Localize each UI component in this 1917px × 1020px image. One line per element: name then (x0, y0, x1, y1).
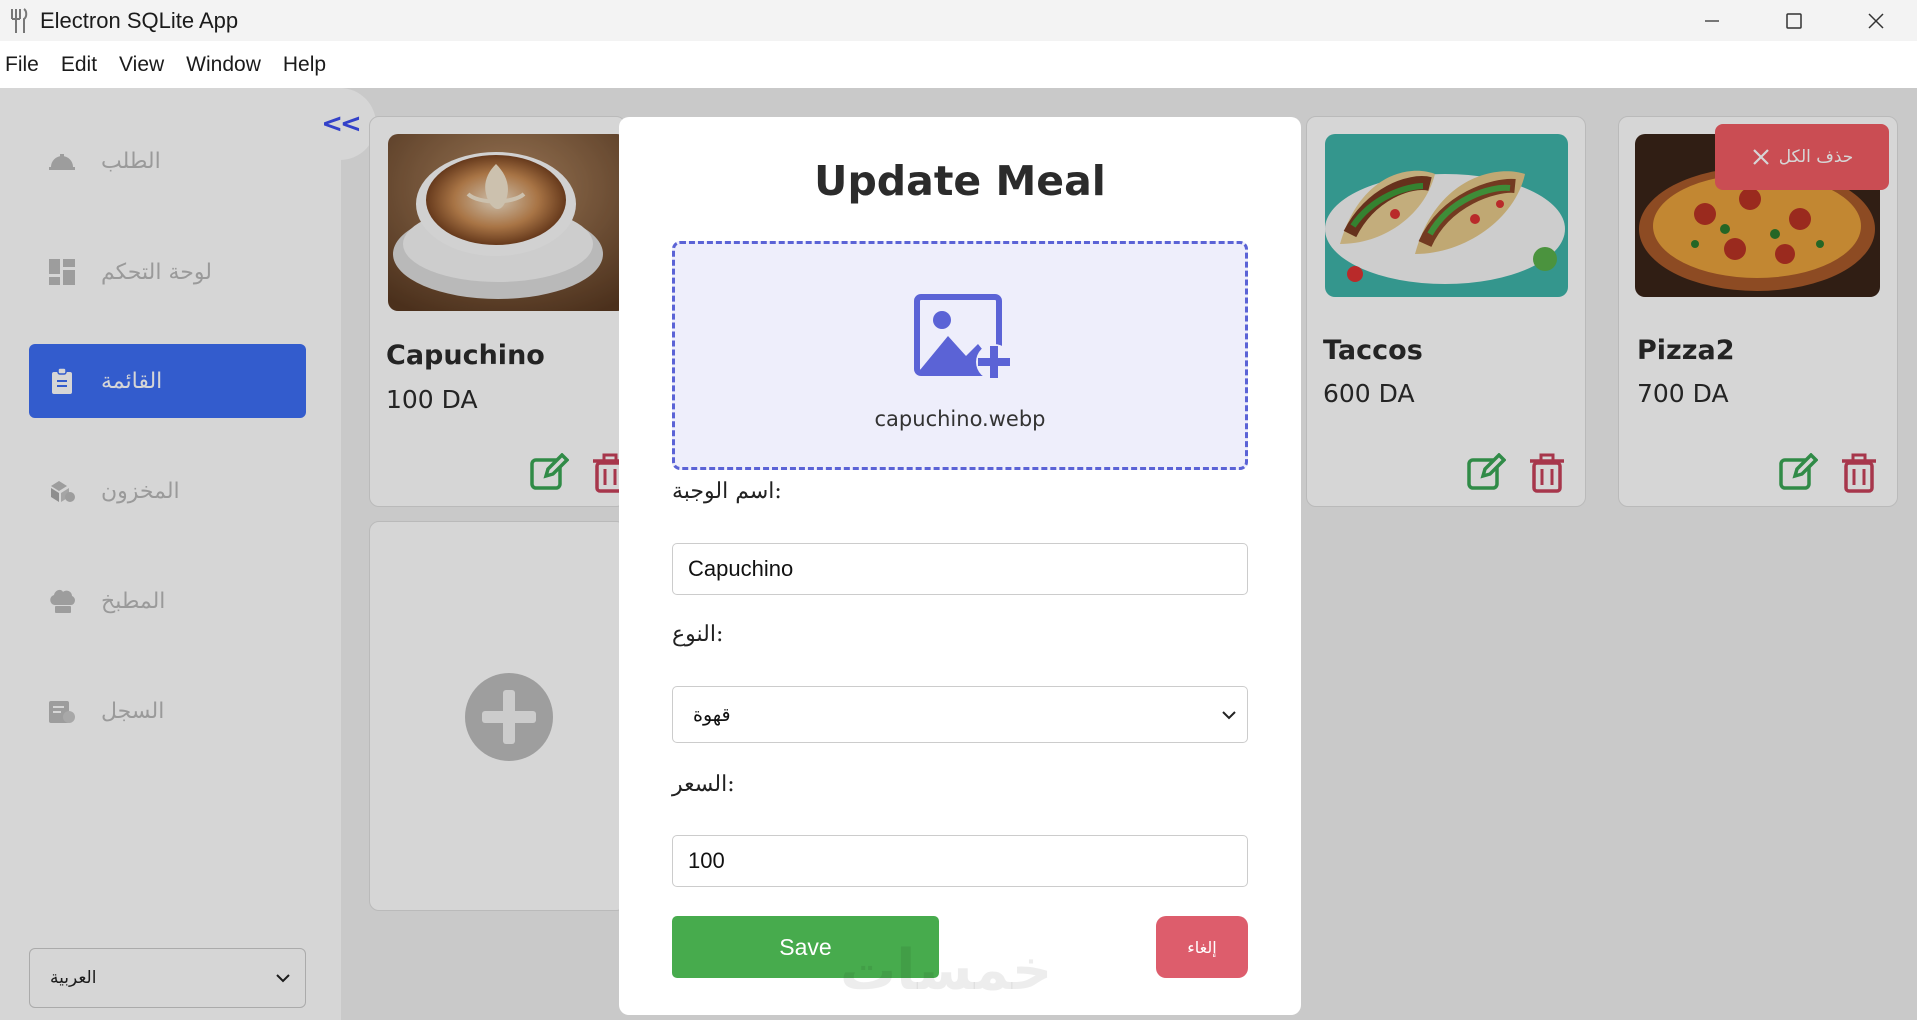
minimize-icon[interactable] (1671, 0, 1753, 41)
cancel-button[interactable]: إلغاء (1156, 916, 1248, 978)
watermark: خمسات (840, 938, 1053, 1003)
menu-edit[interactable]: Edit (61, 53, 97, 77)
update-meal-modal: Update Meal capuchino.webp اسم الوجبة: C… (619, 117, 1301, 1015)
meal-type-select[interactable]: قهوة (672, 686, 1248, 743)
menu-file[interactable]: File (5, 53, 39, 77)
menu-bar: File Edit View Window Help (0, 41, 1917, 88)
meal-type-label: النوع: (672, 622, 724, 647)
window-title: Electron SQLite App (40, 7, 239, 33)
title-bar: Electron SQLite App (0, 0, 1917, 41)
chevron-down-icon (1222, 710, 1236, 719)
meal-price-label: السعر: (672, 772, 735, 797)
image-dropzone[interactable]: capuchino.webp (672, 241, 1248, 470)
meal-price-input[interactable]: 100 (672, 835, 1248, 887)
meal-name-label: اسم الوجبة: (672, 479, 782, 504)
meal-type-value: قهوة (693, 703, 731, 726)
menu-view[interactable]: View (119, 53, 164, 77)
selected-file-name: capuchino.webp (874, 407, 1046, 431)
app-fork-icon (8, 6, 30, 36)
add-image-icon (914, 294, 1014, 389)
maximize-icon[interactable] (1753, 0, 1835, 41)
close-icon[interactable] (1835, 0, 1917, 41)
modal-title: Update Meal (814, 157, 1106, 205)
menu-help[interactable]: Help (283, 53, 326, 77)
meal-name-input[interactable]: Capuchino (672, 543, 1248, 595)
menu-window[interactable]: Window (186, 53, 261, 77)
